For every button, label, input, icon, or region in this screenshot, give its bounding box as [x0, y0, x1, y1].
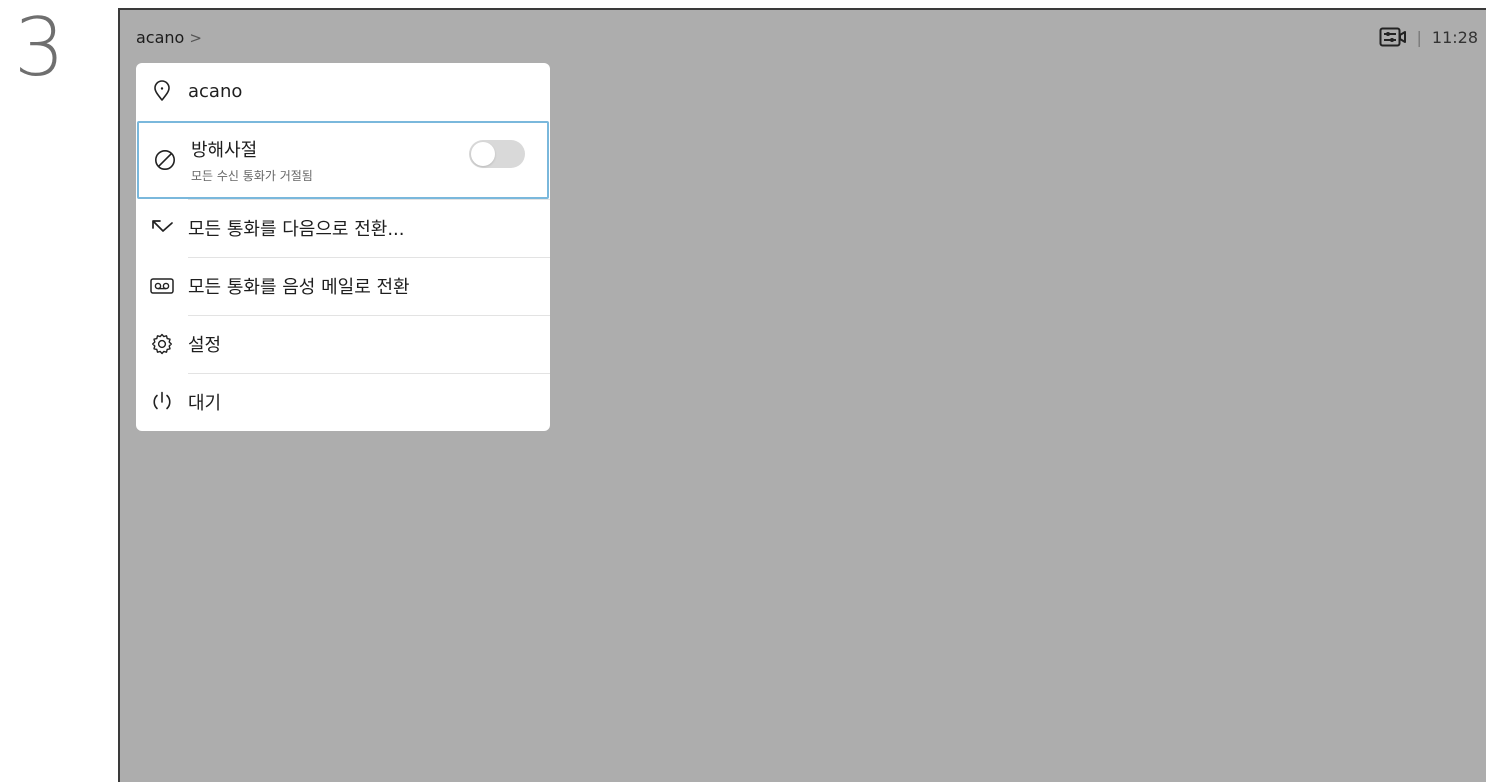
status-separator: | [1416, 27, 1422, 47]
settings-menu: acano 방해사절 모든 수신 통화가 거절됨 모든 통화를 다음으로 전환.… [136, 63, 550, 431]
block-icon [153, 148, 177, 172]
chevron-right-icon: > [189, 28, 202, 47]
do-not-disturb-sublabel: 모든 수신 통화가 거절됨 [191, 169, 313, 183]
menu-item-label: 대기 [188, 393, 222, 414]
menu-item-standby[interactable]: 대기 [136, 373, 550, 431]
menu-item-label: acano [188, 80, 243, 102]
location-pin-icon [150, 79, 174, 103]
menu-item-forward-all-calls[interactable]: 모든 통화를 다음으로 전환... [136, 199, 550, 257]
voicemail-icon [150, 274, 174, 298]
clock: 11:28 [1431, 27, 1478, 47]
status-bar: | 11:28 [1379, 27, 1478, 47]
menu-item-do-not-disturb[interactable]: 방해사절 모든 수신 통화가 거절됨 [137, 121, 549, 199]
do-not-disturb-label: 방해사절 [191, 140, 258, 161]
menu-item-location[interactable]: acano [136, 63, 550, 119]
menu-item-label: 설정 [188, 335, 222, 356]
breadcrumb-label: acano [136, 28, 185, 47]
do-not-disturb-text: 방해사절 모든 수신 통화가 거절됨 [191, 136, 313, 184]
step-number: 3 [14, 1, 65, 94]
toggle-knob [471, 142, 495, 166]
forward-arrow-icon [150, 216, 174, 240]
do-not-disturb-toggle[interactable] [469, 140, 525, 168]
power-icon [150, 390, 174, 414]
breadcrumb[interactable]: acano > [136, 28, 202, 47]
menu-item-label: 모든 통화를 다음으로 전환... [188, 219, 405, 240]
menu-item-forward-to-voicemail[interactable]: 모든 통화를 음성 메일로 전환 [136, 257, 550, 315]
gear-icon [150, 332, 174, 356]
menu-item-settings[interactable]: 설정 [136, 315, 550, 373]
menu-item-label: 모든 통화를 음성 메일로 전환 [188, 277, 410, 298]
camera-settings-icon[interactable] [1379, 27, 1407, 47]
device-screen: acano > | 11:28 acano 방해사절 모든 수신 통화가 거절됨… [118, 8, 1486, 782]
